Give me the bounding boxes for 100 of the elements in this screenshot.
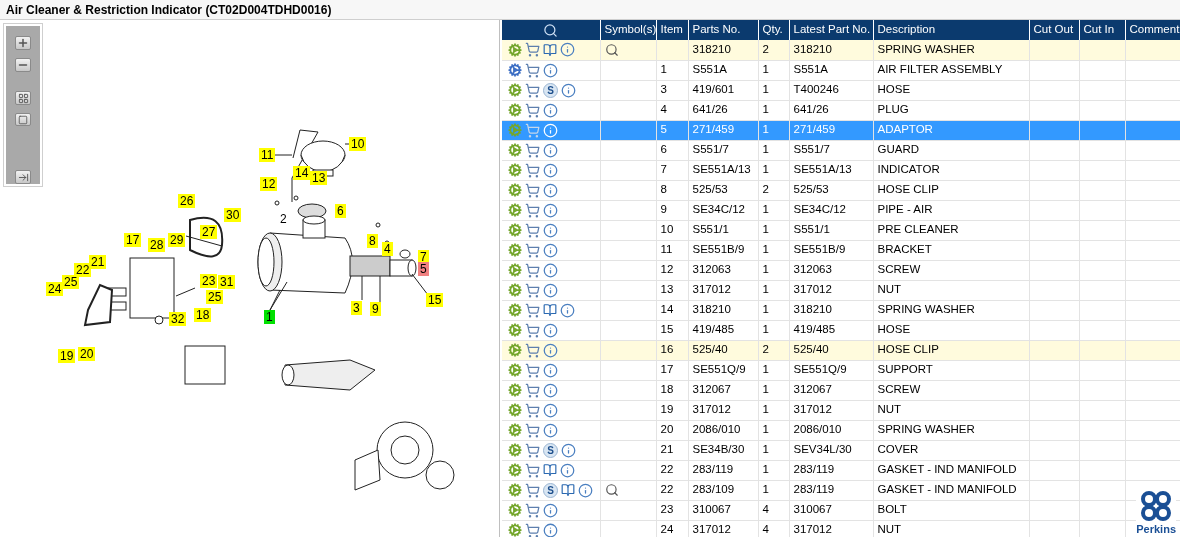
cart-icon[interactable] <box>525 182 540 198</box>
callout-label[interactable]: 32 <box>169 312 187 326</box>
callout-label[interactable]: 13 <box>310 171 328 185</box>
info-icon[interactable] <box>543 342 558 358</box>
book-icon[interactable] <box>543 42 557 57</box>
callout-label[interactable]: 28 <box>148 238 166 252</box>
info-icon[interactable] <box>543 62 558 78</box>
info-icon[interactable] <box>543 102 558 118</box>
cart-icon[interactable] <box>525 62 540 78</box>
gear-icon[interactable] <box>508 483 522 497</box>
table-row[interactable]: 14 318210 1 318210 SPRING WASHER <box>502 300 1180 320</box>
cart-icon[interactable] <box>525 502 540 518</box>
info-icon[interactable] <box>543 282 558 298</box>
gear-icon[interactable] <box>508 163 522 177</box>
info-icon[interactable] <box>543 142 558 158</box>
callout-label[interactable]: 20 <box>78 347 96 361</box>
table-row[interactable]: 6 S551/7 1 S551/7 GUARD <box>502 140 1180 160</box>
info-icon[interactable] <box>543 502 558 518</box>
info-icon[interactable] <box>560 42 575 58</box>
panel-toggle-button[interactable] <box>15 170 31 184</box>
zoom-out-button[interactable] <box>15 58 31 72</box>
table-row[interactable]: 9 SE34C/12 1 SE34C/12 PIPE - AIR <box>502 200 1180 220</box>
table-row[interactable]: 20 2086/010 1 2086/010 SPRING WASHER <box>502 420 1180 440</box>
magnifier-icon[interactable] <box>604 483 619 497</box>
cart-icon[interactable] <box>525 282 540 298</box>
callout-label[interactable]: 11 <box>259 148 276 162</box>
gear-icon[interactable] <box>508 523 522 537</box>
callout-label[interactable]: 4 <box>382 242 393 256</box>
callout-label[interactable]: 30 <box>224 208 242 222</box>
cart-icon[interactable] <box>525 102 540 118</box>
info-icon[interactable] <box>543 182 558 198</box>
fit-view-button[interactable] <box>15 91 31 105</box>
info-icon[interactable] <box>543 262 558 278</box>
callout-label[interactable]: 14 <box>293 166 311 180</box>
gear-icon[interactable] <box>508 323 522 337</box>
gear-icon[interactable] <box>508 243 522 257</box>
callout-label[interactable]: 23 <box>200 274 218 288</box>
info-icon[interactable] <box>543 522 558 537</box>
gear-icon[interactable] <box>508 143 522 157</box>
cart-icon[interactable] <box>525 82 540 98</box>
table-row[interactable]: 16 525/40 2 525/40 HOSE CLIP <box>502 340 1180 360</box>
gear-icon[interactable] <box>508 303 522 317</box>
gear-icon[interactable] <box>508 443 522 457</box>
cart-icon[interactable] <box>525 142 540 158</box>
info-icon[interactable] <box>561 82 576 98</box>
info-icon[interactable] <box>543 402 558 418</box>
cart-icon[interactable] <box>525 262 540 278</box>
gear-icon[interactable] <box>508 363 522 377</box>
callout-label[interactable]: 18 <box>194 308 212 322</box>
book-icon[interactable] <box>543 463 557 477</box>
gear-icon[interactable] <box>508 343 522 357</box>
gear-icon[interactable] <box>508 263 522 277</box>
cart-icon[interactable] <box>525 322 540 338</box>
cart-icon[interactable] <box>525 462 540 478</box>
cart-icon[interactable] <box>525 442 540 458</box>
table-row[interactable]: 18 312067 1 312067 SCREW <box>502 380 1180 400</box>
cart-icon[interactable] <box>525 522 540 537</box>
gear-icon[interactable] <box>508 223 522 237</box>
cart-icon[interactable] <box>525 402 540 418</box>
callout-label[interactable]: 26 <box>178 194 196 208</box>
cart-icon[interactable] <box>525 362 540 378</box>
gear-icon[interactable] <box>508 42 522 57</box>
info-icon[interactable] <box>543 362 558 378</box>
callout-label[interactable]: 19 <box>58 349 76 363</box>
zoom-in-button[interactable] <box>15 36 31 50</box>
magnifier-icon[interactable] <box>604 42 619 57</box>
info-icon[interactable] <box>543 242 558 258</box>
info-icon[interactable] <box>560 302 575 318</box>
service-badge[interactable]: S <box>543 82 558 98</box>
gear-icon[interactable] <box>508 183 522 197</box>
book-icon[interactable] <box>543 303 557 317</box>
callout-label[interactable]: 25 <box>62 275 80 289</box>
callout-label[interactable]: 9 <box>370 302 381 316</box>
gear-icon[interactable] <box>508 83 522 97</box>
table-row[interactable]: 15 419/485 1 419/485 HOSE <box>502 320 1180 340</box>
service-badge[interactable]: S <box>543 442 558 458</box>
table-row[interactable]: 318210 2 318210 SPRING WASHER <box>502 40 1180 60</box>
table-row[interactable]: 22 283/119 1 283/119 GASKET - IND MANIFOLD <box>502 460 1180 480</box>
info-icon[interactable] <box>543 382 558 398</box>
callout-label[interactable]: 3 <box>351 301 362 315</box>
table-row[interactable]: 12 312063 1 312063 SCREW <box>502 260 1180 280</box>
info-icon[interactable] <box>543 202 558 218</box>
cart-icon[interactable] <box>525 202 540 218</box>
book-icon[interactable] <box>561 483 575 497</box>
cart-icon[interactable] <box>525 382 540 398</box>
cart-icon[interactable] <box>525 162 540 178</box>
callout-label[interactable]: 1 <box>264 310 275 324</box>
info-icon[interactable] <box>543 162 558 178</box>
service-badge[interactable]: S <box>543 482 558 498</box>
gear-icon[interactable] <box>508 503 522 517</box>
search-icon[interactable] <box>543 22 559 38</box>
callout-label[interactable]: 8 <box>367 234 378 248</box>
callout-label[interactable]: 5 <box>418 262 429 276</box>
callout-label[interactable]: 15 <box>426 293 444 307</box>
table-row[interactable]: 10 S551/1 1 S551/1 PRE CLEANER <box>502 220 1180 240</box>
cart-icon[interactable] <box>525 342 540 358</box>
info-icon[interactable] <box>543 222 558 238</box>
table-row[interactable]: 11 SE551B/9 1 SE551B/9 BRACKET <box>502 240 1180 260</box>
gear-icon[interactable] <box>508 423 522 437</box>
gear-icon[interactable] <box>508 103 522 117</box>
